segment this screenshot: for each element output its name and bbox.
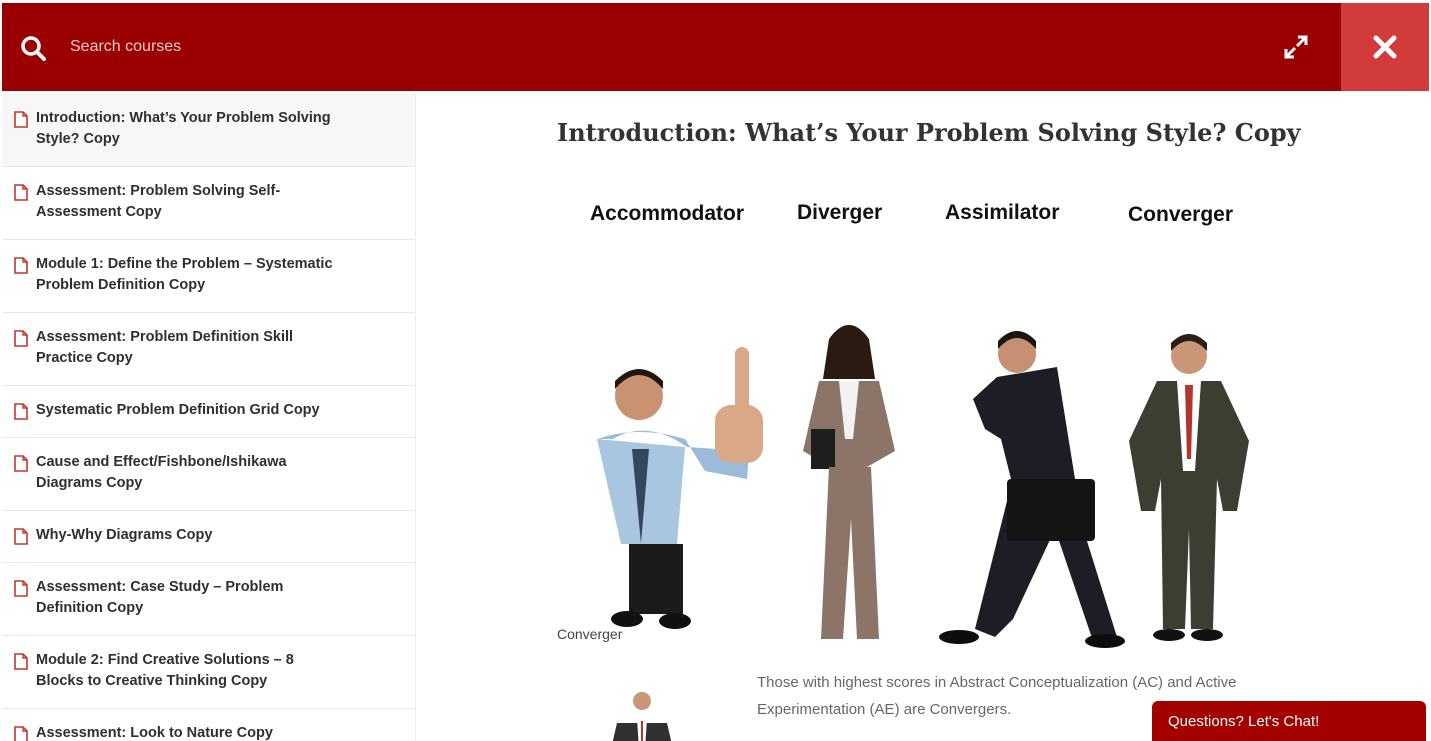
converger-thumbnail <box>612 692 672 741</box>
figure-caption: Converger <box>557 626 623 642</box>
chat-button[interactable]: Questions? Let's Chat! <box>1152 701 1426 741</box>
sidebar-item-label: Assessment: Problem Solving Self-Assessm… <box>36 183 281 220</box>
sidebar-item-module-1[interactable]: Module 1: Define the Problem – Systemati… <box>2 240 415 313</box>
document-icon <box>14 184 28 201</box>
business-people-figures <box>597 325 1249 648</box>
sidebar-item-look-to-nature[interactable]: Assessment: Look to Nature Copy <box>2 709 415 741</box>
document-icon <box>14 111 28 128</box>
document-icon <box>14 528 28 545</box>
sidebar-item-label: Introduction: What’s Your Problem Solvin… <box>36 110 331 147</box>
sidebar-item-label: Why-Why Diagrams Copy <box>36 527 213 543</box>
sidebar-item-label: Systematic Problem Definition Grid Copy <box>36 402 320 418</box>
sidebar-item-fishbone[interactable]: Cause and Effect/Fishbone/Ishikawa Diagr… <box>2 438 415 511</box>
sidebar-item-definition-grid[interactable]: Systematic Problem Definition Grid Copy <box>2 386 415 438</box>
learning-styles-illustration: Accommodator Diverger Assimilator Conver… <box>577 189 1297 669</box>
sidebar-item-label: Assessment: Case Study – Problem Definit… <box>36 579 284 616</box>
document-icon <box>14 257 28 274</box>
top-search-bar <box>2 3 1429 91</box>
sidebar-item-why-why[interactable]: Why-Why Diagrams Copy <box>2 511 415 563</box>
document-icon <box>14 403 28 420</box>
assimilator-figure <box>939 331 1125 648</box>
lesson-content: Introduction: What’s Your Problem Solvin… <box>417 94 1429 741</box>
document-icon <box>14 653 28 670</box>
sidebar-item-skill-practice[interactable]: Assessment: Problem Definition Skill Pra… <box>2 313 415 386</box>
sidebar-item-case-study[interactable]: Assessment: Case Study – Problem Definit… <box>2 563 415 636</box>
diverger-figure <box>803 325 895 639</box>
sidebar-item-introduction[interactable]: Introduction: What’s Your Problem Solvin… <box>2 94 415 167</box>
sidebar-item-self-assessment[interactable]: Assessment: Problem Solving Self-Assessm… <box>2 167 415 240</box>
close-icon <box>1373 35 1397 59</box>
document-icon <box>14 455 28 472</box>
sidebar-item-label: Cause and Effect/Fishbone/Ishikawa Diagr… <box>36 454 287 491</box>
sidebar-item-label: Assessment: Problem Definition Skill Pra… <box>36 329 294 366</box>
accommodator-figure <box>597 347 763 629</box>
expand-icon[interactable] <box>1282 33 1310 61</box>
sidebar-item-label: Module 2: Find Creative Solutions – 8 Bl… <box>36 652 294 689</box>
document-icon <box>14 580 28 597</box>
converger-figure <box>1129 334 1249 641</box>
sidebar-item-label: Assessment: Look to Nature Copy <box>36 725 273 741</box>
course-sidebar: Introduction: What’s Your Problem Solvin… <box>2 94 416 741</box>
page-title: Introduction: What’s Your Problem Solvin… <box>557 118 1301 147</box>
sidebar-item-module-2[interactable]: Module 2: Find Creative Solutions – 8 Bl… <box>2 636 415 709</box>
search-input[interactable] <box>62 27 582 67</box>
search-icon[interactable] <box>20 35 46 61</box>
document-icon <box>14 330 28 347</box>
document-icon <box>14 726 28 741</box>
close-button[interactable] <box>1341 3 1429 91</box>
sidebar-item-label: Module 1: Define the Problem – Systemati… <box>36 256 333 293</box>
